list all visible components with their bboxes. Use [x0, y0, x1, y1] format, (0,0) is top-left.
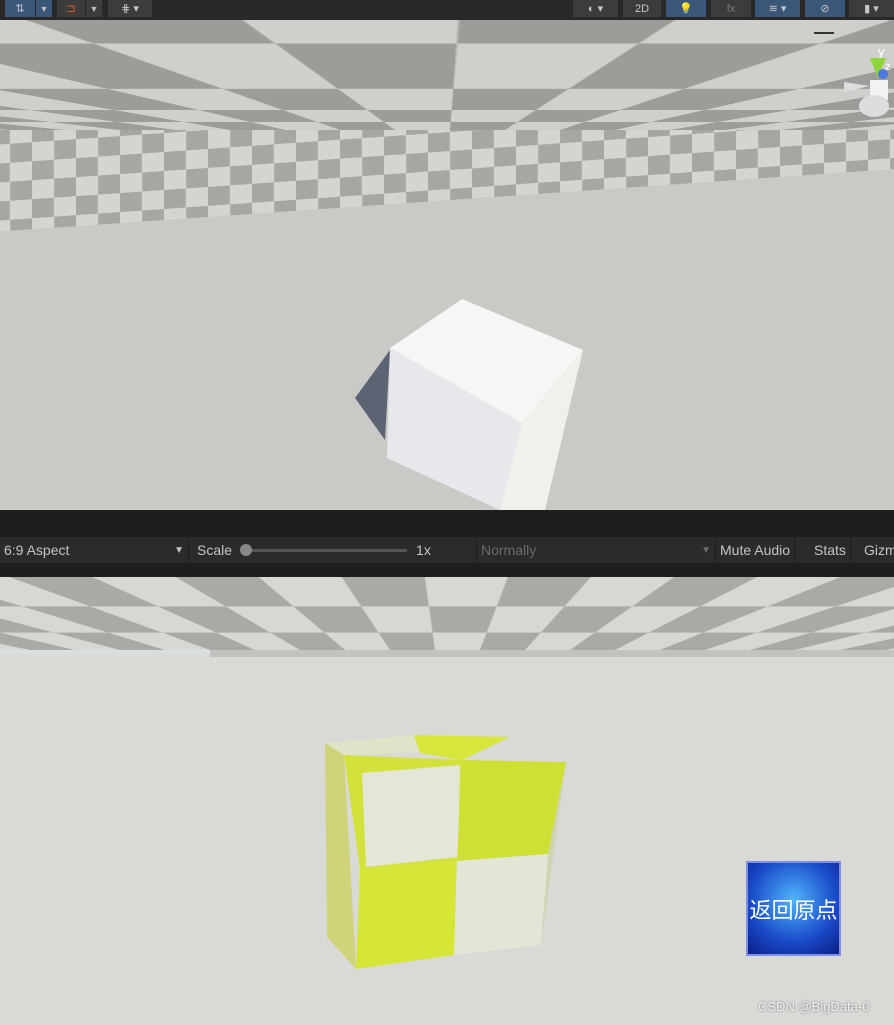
chevron-down-icon: ▼: [701, 544, 711, 556]
game-toolbar: 6:9 Aspect ▼ Scale 1x Normally ▼ Mute Audi…: [0, 537, 894, 563]
mute-audio-button[interactable]: Mute Audio: [716, 537, 796, 563]
gizmo-y-label: y: [878, 44, 885, 59]
chevron-down-icon[interactable]: ▼: [36, 0, 52, 17]
visibility-eye-icon[interactable]: ⊘: [805, 0, 845, 17]
game-view[interactable]: [0, 577, 894, 1025]
play-mode-dropdown[interactable]: Normally ▼: [477, 537, 716, 563]
gizmos-button[interactable]: Gizm: [860, 537, 894, 563]
effects-icon[interactable]: fx: [711, 0, 751, 17]
game-cube[interactable]: [0, 577, 894, 1025]
chevron-down-icon[interactable]: ▼: [86, 0, 102, 17]
stats-button[interactable]: Stats: [810, 537, 851, 563]
transform-tool-icon[interactable]: ⇅: [5, 0, 35, 17]
menu-icon[interactable]: [814, 32, 834, 34]
chevron-down-icon: ▼: [174, 544, 184, 556]
orientation-gizmo[interactable]: y z: [840, 40, 894, 140]
scene-toolbar: ⇅ ▼ ⊐ ▼ ⋕ ▾ ◐ ▾ 2D 💡 fx ≋ ▾ ⊘ ▮ ▾: [0, 0, 894, 20]
svg-text:z: z: [885, 61, 891, 73]
watermark: CSDN @BigData-0: [758, 999, 870, 1014]
grid-icon[interactable]: ⋕ ▾: [108, 0, 152, 17]
aspect-dropdown[interactable]: 6:9 Aspect ▼: [0, 537, 189, 563]
snap-magnet-icon[interactable]: ⊐: [57, 0, 85, 17]
scale-slider-track[interactable]: [252, 548, 408, 552]
lighting-bulb-icon[interactable]: 💡: [666, 0, 706, 17]
scale-control: Scale 1x: [189, 537, 477, 563]
scene-cube[interactable]: [0, 20, 894, 510]
scene-view[interactable]: y z: [0, 20, 894, 510]
return-origin-button[interactable]: 返回原点: [746, 861, 841, 956]
scale-slider-handle[interactable]: [240, 544, 253, 556]
camera-icon[interactable]: ▮ ▾: [849, 0, 894, 17]
shading-mode-icon[interactable]: ◐ ▾: [573, 0, 618, 17]
layers-icon[interactable]: ≋ ▾: [755, 0, 800, 17]
toggle-2d-button[interactable]: 2D: [623, 0, 661, 17]
